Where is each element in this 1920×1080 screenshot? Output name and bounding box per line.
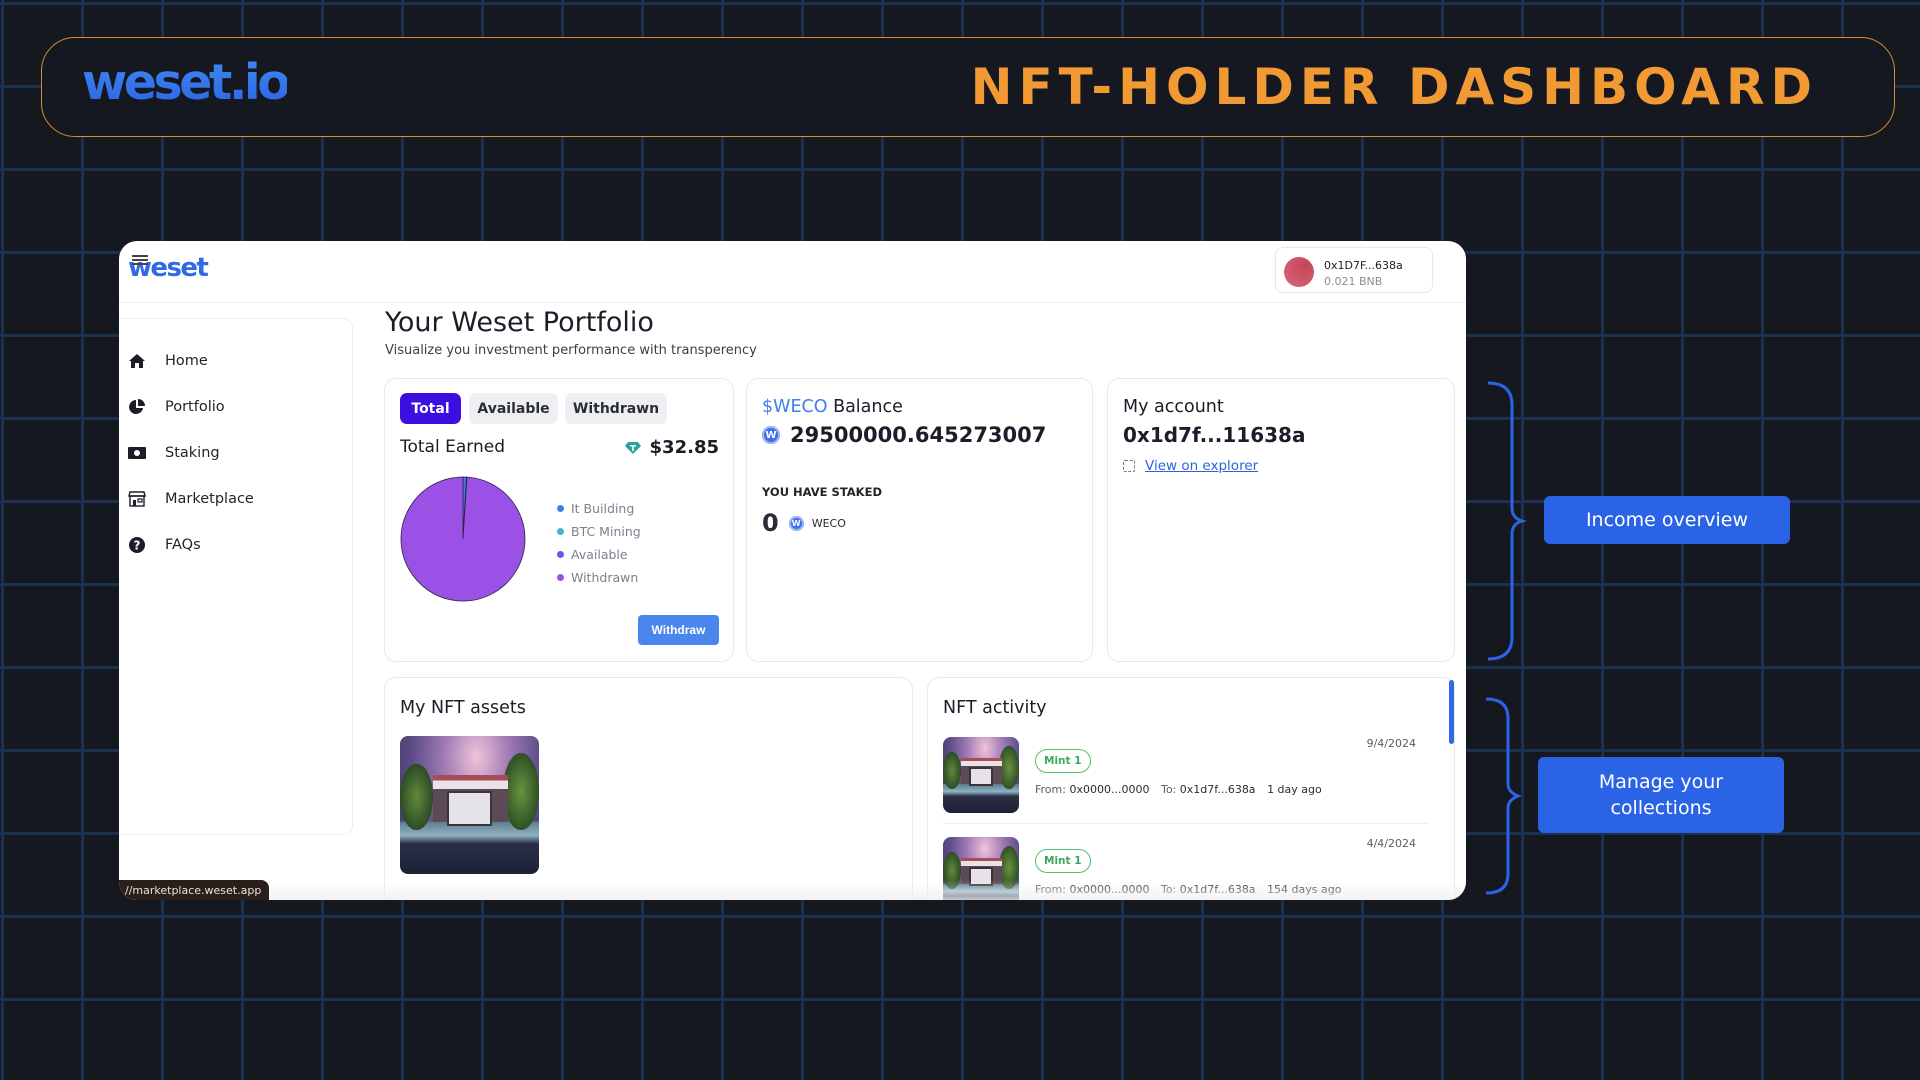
activity-details: From: 0x0000...0000 To: 0x1d7f...638a 1 … <box>1035 783 1322 796</box>
from-address: 0x0000...0000 <box>1069 783 1150 796</box>
store-icon <box>127 489 147 509</box>
question-icon: ? <box>127 535 147 555</box>
manage-brace-icon <box>1485 697 1523 895</box>
dashboard-screenshot: weset 0x1D7F...638a 0.021 BNB Home Portf… <box>119 241 1466 900</box>
withdraw-button[interactable]: Withdraw <box>638 615 719 645</box>
income-overview-callout: Income overview <box>1544 496 1790 544</box>
weco-coin-icon: W <box>762 426 780 444</box>
total-earned-value: $32.85 <box>624 437 719 458</box>
staked-unit: WECO <box>811 516 846 530</box>
staked-label: YOU HAVE STAKED <box>762 485 882 499</box>
account-card: My account 0x1d7f...11638a View on explo… <box>1107 378 1455 662</box>
app-topbar: weset 0x1D7F...638a 0.021 BNB <box>119 241 1466 303</box>
sidebar-item-label: Home <box>165 353 208 369</box>
legend-item[interactable]: Available <box>557 543 641 566</box>
nft-activity-card: NFT activity Mint 1 From: 0x0000...0000 … <box>927 677 1455 900</box>
page-subtitle: Visualize you investment performance wit… <box>385 343 757 358</box>
bottom-fade <box>119 880 1466 900</box>
brand-logo: weset.io <box>82 54 291 111</box>
page-title: Your Weset Portfolio <box>385 307 654 338</box>
balance-token-name: $WECO <box>762 397 828 417</box>
money-icon <box>127 443 147 463</box>
pie-chart-icon <box>127 397 147 417</box>
wallet-address: 0x1D7F...638a <box>1324 259 1403 272</box>
legend-item[interactable]: It Building <box>557 497 641 520</box>
activity-date: 4/4/2024 <box>1366 837 1416 850</box>
legend-label: Withdrawn <box>571 570 639 585</box>
legend-dot <box>557 528 564 535</box>
to-address: 0x1d7f...638a <box>1179 783 1256 796</box>
to-label: To: <box>1160 783 1177 796</box>
sidebar-item-label: Marketplace <box>165 491 254 507</box>
staked-row: 0 W WECO <box>762 509 846 537</box>
banner-title: NFT-HOLDER DASHBOARD <box>970 58 1818 116</box>
status-bar-url: //marketplace.weset.app <box>119 880 270 900</box>
account-title: My account <box>1123 397 1224 417</box>
header-banner: weset.io NFT-HOLDER DASHBOARD <box>41 37 1895 137</box>
from-label: From: <box>1035 783 1066 796</box>
pie-slice-withdrawn[interactable] <box>400 476 526 602</box>
home-icon <box>127 351 147 371</box>
total-earned-label: Total Earned <box>400 437 505 457</box>
balance-amount: 29500000.645273007 <box>790 423 1047 447</box>
legend-label: BTC Mining <box>571 524 641 539</box>
legend-item[interactable]: Withdrawn <box>557 566 641 589</box>
tab-total[interactable]: Total <box>400 393 461 424</box>
staked-amount: 0 <box>762 509 779 537</box>
weco-balance-card: $WECO Balance W 29500000.645273007 YOU H… <box>746 378 1093 662</box>
legend-dot <box>557 505 564 512</box>
mint-badge: Mint 1 <box>1035 749 1091 773</box>
activity-date: 9/4/2024 <box>1366 737 1416 750</box>
tab-withdrawn[interactable]: Withdrawn <box>565 393 667 424</box>
sidebar: Home Portfolio Staking Marketplace ? FAQ… <box>119 318 353 835</box>
activity-item[interactable]: Mint 1 From: 0x0000...0000 To: 0x1d7f...… <box>943 737 1428 819</box>
mint-badge: Mint 1 <box>1035 849 1091 873</box>
sidebar-item-faqs[interactable]: ? FAQs <box>127 533 201 557</box>
total-earned-amount: $32.85 <box>649 437 719 458</box>
nft-asset-image <box>400 736 539 874</box>
nft-assets-card: My NFT assets It Building x 3 <box>384 677 913 900</box>
pie-legend: It Building BTC Mining Available Withdrawn <box>557 497 641 589</box>
sidebar-item-portfolio[interactable]: Portfolio <box>127 395 225 419</box>
sidebar-item-marketplace[interactable]: Marketplace <box>127 487 254 511</box>
account-address: 0x1d7f...11638a <box>1123 423 1306 447</box>
earnings-pie-chart <box>400 476 526 602</box>
legend-dot <box>557 551 564 558</box>
nft-activity-title: NFT activity <box>943 698 1047 718</box>
time-ago: 1 day ago <box>1267 783 1322 796</box>
sidebar-item-label: Staking <box>165 445 220 461</box>
nft-assets-title: My NFT assets <box>400 698 526 718</box>
legend-label: It Building <box>571 501 635 516</box>
explorer-link-row: View on explorer <box>1123 458 1258 474</box>
nft-asset-card[interactable]: It Building x 3 <box>400 736 539 900</box>
activity-nft-thumbnail <box>943 737 1019 813</box>
wallet-balance: 0.021 BNB <box>1324 275 1383 288</box>
balance-title: $WECO Balance <box>762 397 903 417</box>
sidebar-item-home[interactable]: Home <box>127 349 208 373</box>
weco-coin-icon: W <box>788 515 804 531</box>
legend-dot <box>557 574 564 581</box>
income-brace-icon <box>1487 381 1528 661</box>
view-on-explorer-link[interactable]: View on explorer <box>1145 458 1258 474</box>
wallet-avatar <box>1284 257 1314 287</box>
manage-collections-callout: Manage your collections <box>1538 757 1784 833</box>
legend-item[interactable]: BTC Mining <box>557 520 641 543</box>
activity-scrollbar[interactable] <box>1449 680 1454 744</box>
balance-value: W 29500000.645273007 <box>762 423 1046 447</box>
menu-icon[interactable] <box>132 255 148 265</box>
wallet-button[interactable]: 0x1D7F...638a 0.021 BNB <box>1275 247 1433 293</box>
sidebar-item-label: FAQs <box>165 537 201 553</box>
svg-text:?: ? <box>134 539 141 553</box>
earnings-card: Total Available Withdrawn Total Earned $… <box>384 378 734 662</box>
sidebar-item-staking[interactable]: Staking <box>127 441 220 465</box>
tether-gem-icon <box>624 441 641 454</box>
scan-icon <box>1123 460 1135 472</box>
legend-label: Available <box>571 547 628 562</box>
activity-divider <box>943 823 1428 824</box>
tab-available[interactable]: Available <box>469 393 558 424</box>
balance-title-text: Balance <box>827 397 903 417</box>
sidebar-item-label: Portfolio <box>165 399 225 415</box>
